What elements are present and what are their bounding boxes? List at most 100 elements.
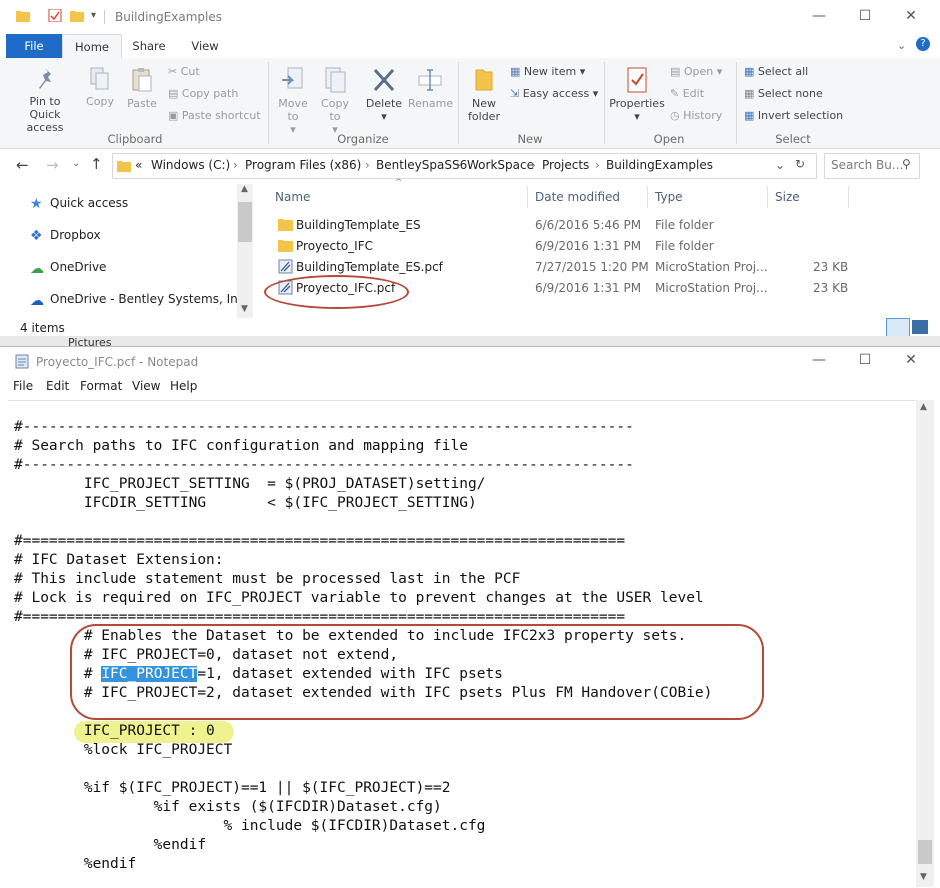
easy-access-button[interactable]: ⇲ Easy access ▾: [510, 87, 598, 100]
refresh-icon[interactable]: ↻: [795, 157, 805, 171]
menu-edit[interactable]: Edit: [46, 379, 69, 393]
notepad-close-button[interactable]: ✕: [900, 352, 922, 370]
notepad-minimize-button[interactable]: —: [808, 352, 830, 370]
up-arrow-icon[interactable]: ↑: [90, 155, 103, 173]
address-bar[interactable]: « Windows (C:) › Program Files (x86) › B…: [112, 153, 817, 179]
menu-view[interactable]: View: [132, 379, 160, 393]
open-button[interactable]: ▤ Open ▾: [670, 65, 722, 78]
breadcrumb-projects[interactable]: Projects: [542, 158, 589, 172]
minimize-button[interactable]: —: [808, 8, 830, 26]
notepad-scrollbar[interactable]: ▲ ▼: [916, 400, 934, 887]
cut-button[interactable]: ✂ Cut: [168, 65, 200, 78]
nav-scrollbar[interactable]: ▲ ▼: [237, 184, 253, 318]
history-button[interactable]: ◷ History: [670, 109, 722, 122]
tab-home[interactable]: Home: [62, 34, 122, 60]
window-title: BuildingExamples: [115, 10, 222, 24]
select-none-button[interactable]: ▦ Select none: [744, 87, 823, 100]
file-row[interactable]: BuildingTemplate_ES 6/6/2016 5:46 PM Fil…: [270, 216, 860, 236]
nav-dropbox[interactable]: Dropbox: [50, 228, 101, 242]
search-icon[interactable]: ⚲: [902, 157, 911, 171]
scroll-up-icon[interactable]: ▲: [920, 402, 927, 412]
tab-view[interactable]: View: [182, 34, 228, 58]
copy-path-button[interactable]: ▤ Copy path: [168, 87, 238, 100]
column-divider[interactable]: [527, 186, 528, 208]
tab-file[interactable]: File: [6, 34, 62, 58]
easy-access-icon: ⇲: [510, 87, 523, 100]
move-to-button[interactable]: Move to ▾: [276, 66, 310, 136]
select-all-button[interactable]: ▦ Select all: [744, 65, 808, 78]
customize-qat-icon[interactable]: ▾: [91, 10, 96, 21]
ribbon-separator: [736, 62, 737, 144]
copy-button[interactable]: Copy: [84, 66, 116, 108]
open-label: Open: [683, 65, 714, 78]
file-date: 6/9/2016 1:31 PM: [535, 281, 642, 295]
new-item-button[interactable]: ▦ New item ▾: [510, 65, 585, 78]
help-icon[interactable]: ?: [916, 37, 930, 51]
new-folder-icon[interactable]: [70, 9, 84, 22]
code-line: # Lock is required on IFC_PROJECT variab…: [14, 590, 704, 606]
delete-label: Delete: [365, 97, 403, 110]
properties-label: Properties: [609, 97, 665, 110]
column-type[interactable]: Type: [655, 190, 683, 204]
breadcrumb-windows-c[interactable]: Windows (C:): [151, 158, 230, 172]
delete-button[interactable]: Delete ▾: [364, 66, 404, 123]
menu-format[interactable]: Format: [80, 379, 122, 393]
properties-button[interactable]: Properties ▾: [608, 66, 666, 123]
paste-shortcut-button[interactable]: ▣ Paste shortcut: [168, 109, 261, 122]
breadcrumb-buildingexamples[interactable]: BuildingExamples: [606, 158, 713, 172]
close-button[interactable]: ✕: [900, 8, 922, 26]
details-view-icon[interactable]: [886, 318, 910, 338]
scroll-down-icon[interactable]: ▼: [241, 304, 248, 314]
paste-button[interactable]: Paste: [124, 66, 160, 110]
copy-to-button[interactable]: Copy to ▾: [318, 66, 352, 136]
search-box[interactable]: Search Bu... ⚲: [824, 153, 920, 179]
new-folder-button[interactable]: New folder: [464, 66, 504, 123]
breadcrumb-bentley[interactable]: BentleySpaSS6: [376, 158, 467, 172]
new-group-label: New: [517, 132, 543, 146]
column-name[interactable]: Name: [275, 190, 310, 204]
large-icons-view-icon[interactable]: [912, 320, 928, 334]
ribbon-separator: [458, 62, 459, 144]
tab-share[interactable]: Share: [125, 34, 173, 58]
scroll-thumb[interactable]: [238, 202, 252, 242]
file-row[interactable]: Proyecto_IFC 6/9/2016 1:31 PM File folde…: [270, 237, 860, 257]
menu-help[interactable]: Help: [170, 379, 197, 393]
pin-to-quick-access-button[interactable]: Pin to Quick access: [10, 66, 80, 134]
edit-button[interactable]: ✎ Edit: [670, 87, 704, 100]
nav-onedrive[interactable]: OneDrive: [50, 260, 106, 274]
easy-access-dropdown-icon: ▾: [592, 87, 599, 100]
scroll-thumb[interactable]: [918, 840, 932, 864]
edit-label: Edit: [682, 87, 705, 100]
breadcrumb-workspace[interactable]: WorkSpace: [467, 158, 534, 172]
forward-arrow-icon[interactable]: →: [46, 156, 59, 174]
folder-icon: [278, 219, 293, 231]
expand-ribbon-icon[interactable]: ⌄: [897, 39, 906, 52]
menu-file[interactable]: File: [13, 379, 33, 393]
column-divider[interactable]: [848, 186, 849, 208]
column-date-modified[interactable]: Date modified: [535, 190, 620, 204]
file-type: File folder: [655, 239, 714, 253]
select-all-icon: ▦: [744, 65, 758, 78]
file-size: 23 KB: [813, 281, 849, 295]
back-arrow-icon[interactable]: ←: [16, 156, 29, 174]
notepad-maximize-button[interactable]: ☐: [854, 352, 876, 370]
recent-locations-icon[interactable]: ⌄: [72, 158, 80, 169]
maximize-button[interactable]: ☐: [854, 8, 876, 26]
rename-button[interactable]: Rename: [408, 66, 453, 110]
address-dropdown-icon[interactable]: ⌄: [775, 158, 785, 172]
column-size[interactable]: Size: [775, 190, 800, 204]
open-icon: ▤: [670, 65, 684, 78]
column-divider[interactable]: [647, 186, 648, 208]
breadcrumb-program-files[interactable]: Program Files (x86): [245, 158, 361, 172]
title-divider: [104, 10, 105, 24]
address-overflow[interactable]: «: [135, 158, 142, 172]
properties-check-icon[interactable]: [48, 9, 62, 22]
column-divider[interactable]: [767, 186, 768, 208]
organize-group-label: Organize: [337, 132, 389, 146]
nav-quick-access[interactable]: Quick access: [50, 196, 128, 210]
scroll-down-icon[interactable]: ▼: [920, 872, 927, 882]
invert-selection-button[interactable]: ▦ Invert selection: [744, 109, 843, 122]
scroll-up-icon[interactable]: ▲: [241, 184, 248, 194]
nav-onedrive-bentley[interactable]: OneDrive - Bentley Systems, Inc: [50, 292, 244, 306]
search-placeholder: Search Bu...: [831, 158, 904, 172]
